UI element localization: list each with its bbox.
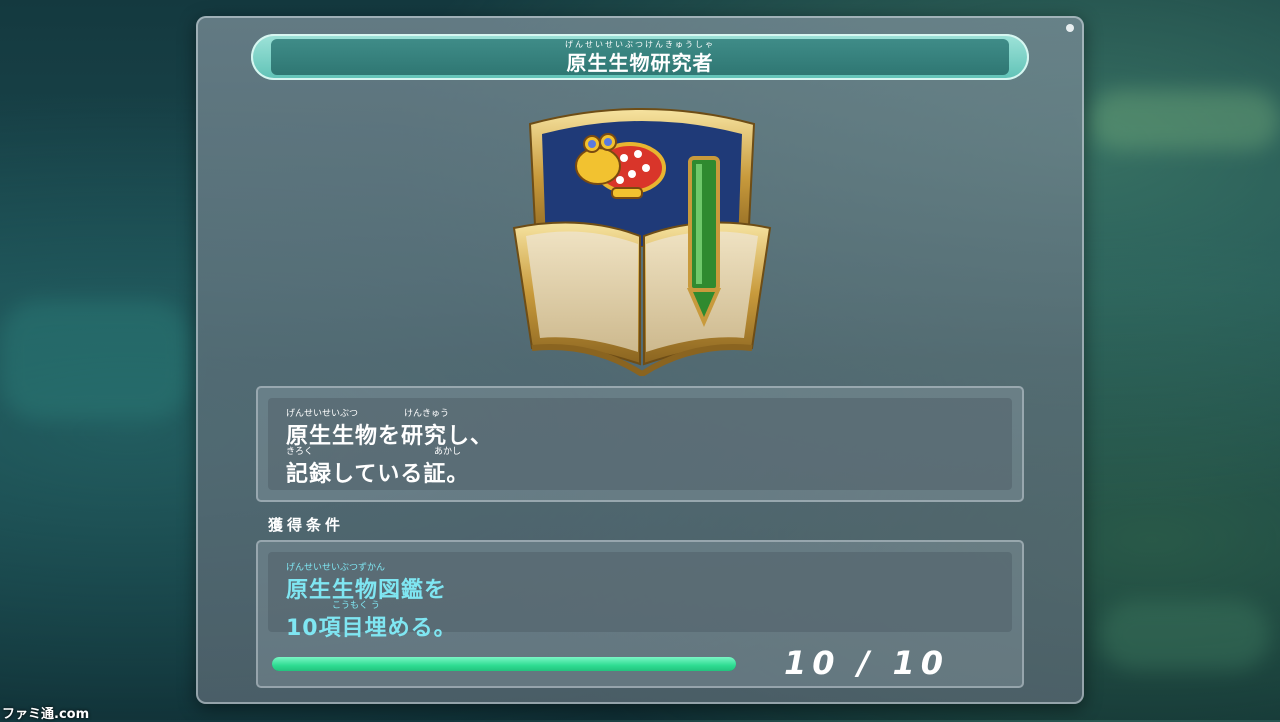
description-ruby: げんせいせいぶつ bbox=[286, 409, 359, 419]
condition-ruby: こうもく う bbox=[332, 601, 380, 611]
condition-line-2: こうもく う 10項目埋める。 bbox=[286, 598, 457, 642]
progress-fill bbox=[272, 657, 736, 671]
condition-label: 獲得条件 bbox=[268, 516, 345, 534]
panel-corner-dot bbox=[1066, 24, 1074, 32]
badge-title-inner: げんせいせいぶつけんきゅうしゃ 原生生物研究者 bbox=[271, 39, 1009, 75]
background-foliage bbox=[1090, 90, 1280, 150]
background-water bbox=[0, 300, 190, 420]
badge-title: 原生生物研究者 bbox=[566, 51, 714, 75]
description-ruby: けんきゅう bbox=[404, 409, 450, 419]
description-line-2: きろく あかし 記録している証。 bbox=[286, 444, 469, 488]
badge-detail-panel: げんせいせいぶつけんきゅうしゃ 原生生物研究者 げんせいせいぶつ けんきゅう 原… bbox=[196, 16, 1084, 704]
pencil-icon bbox=[686, 156, 722, 327]
progress-counter: 10 / 10 bbox=[784, 644, 950, 682]
badge-title-bar: げんせいせいぶつけんきゅうしゃ 原生生物研究者 bbox=[251, 34, 1029, 80]
condition-text-line-2: 10項目埋める。 bbox=[286, 616, 457, 641]
description-box: げんせいせいぶつ けんきゅう 原生生物を研究し、 きろく あかし 記録している証… bbox=[256, 386, 1024, 502]
condition-ruby: げんせいせいぶつずかん bbox=[286, 563, 386, 573]
description-ruby: きろく bbox=[286, 447, 314, 457]
description-ruby: あかし bbox=[434, 447, 462, 457]
badge-emblem-icon bbox=[512, 108, 772, 376]
description-inner: げんせいせいぶつ けんきゅう 原生生物を研究し、 きろく あかし 記録している証… bbox=[268, 398, 1012, 490]
progress-bar bbox=[272, 657, 736, 671]
background-foliage bbox=[1100, 600, 1270, 670]
description-text-line-2: 記録している証。 bbox=[286, 462, 470, 487]
condition-inner: げんせいせいぶつずかん 原生生物図鑑を こうもく う 10項目埋める。 bbox=[268, 552, 1012, 641]
watermark-logo: ファミ通.com bbox=[2, 707, 90, 722]
